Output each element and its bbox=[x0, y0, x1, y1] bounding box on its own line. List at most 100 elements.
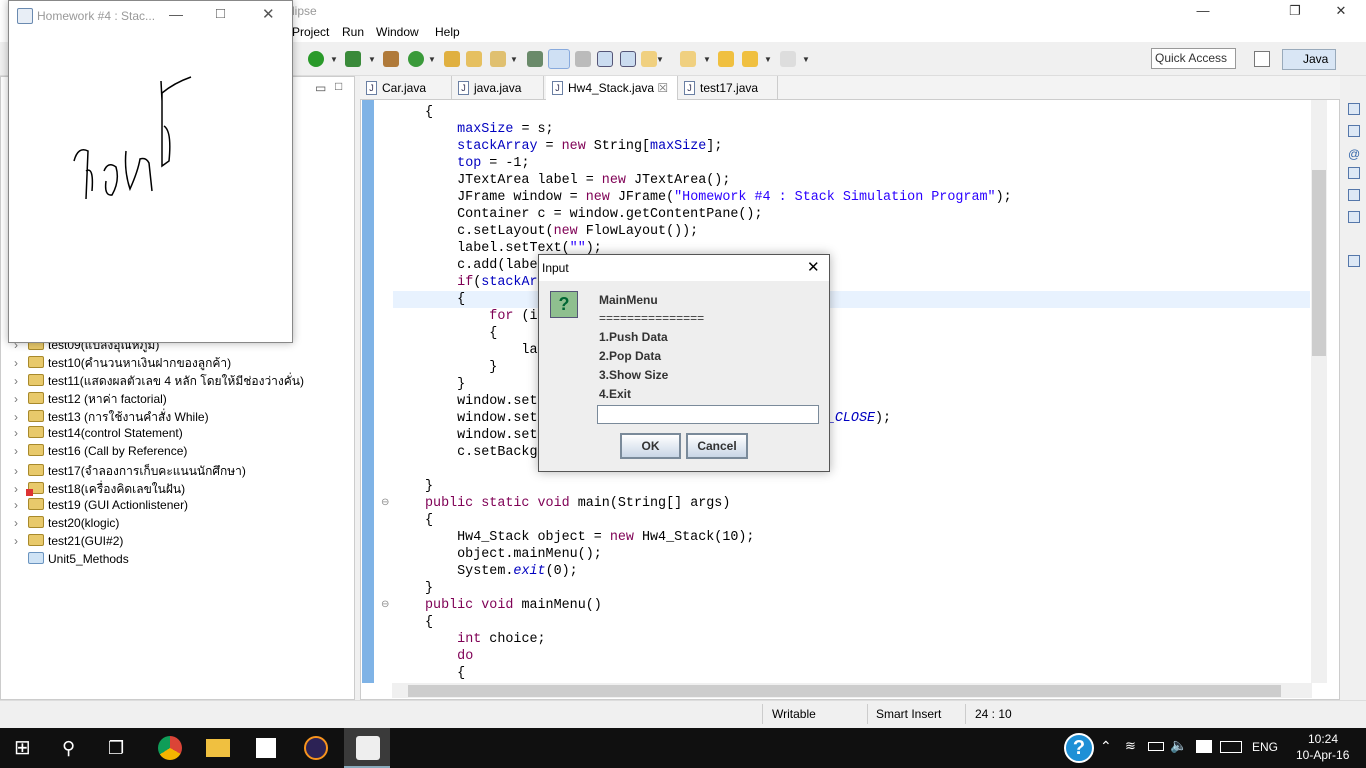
project-tree-item[interactable]: › test14(control Statement) bbox=[14, 426, 183, 440]
expand-chevron-icon[interactable]: › bbox=[14, 464, 28, 478]
menu-run[interactable]: Run bbox=[342, 25, 364, 39]
restore-button[interactable]: ❐ bbox=[1272, 0, 1318, 22]
run-icon[interactable] bbox=[308, 51, 324, 67]
file-explorer-icon[interactable] bbox=[206, 739, 230, 757]
code-line[interactable]: } bbox=[425, 376, 465, 393]
project-tree-item[interactable]: › test21(GUI#2) bbox=[14, 534, 123, 548]
code-line[interactable]: { bbox=[425, 325, 497, 342]
expand-chevron-icon[interactable]: › bbox=[14, 374, 28, 388]
maximize-button[interactable]: □ bbox=[216, 5, 225, 22]
chrome-icon[interactable] bbox=[158, 736, 182, 760]
quick-access-input[interactable]: Quick Access bbox=[1151, 48, 1236, 69]
expand-chevron-icon[interactable]: › bbox=[14, 444, 28, 458]
declaration-icon[interactable] bbox=[1348, 189, 1360, 201]
code-line[interactable]: object.mainMenu(); bbox=[425, 546, 602, 563]
task-view-icon[interactable]: ❐ bbox=[108, 736, 132, 760]
minimize-button[interactable]: — bbox=[1180, 0, 1226, 22]
tab-java-java[interactable]: Jjava.java bbox=[452, 76, 544, 100]
project-tree-item[interactable]: › test10(คำนวนหาเงินฝากของลูกค้า) bbox=[14, 354, 231, 373]
expand-chevron-icon[interactable]: › bbox=[14, 410, 28, 424]
code-line[interactable]: System.exit(0); bbox=[425, 563, 578, 580]
code-line[interactable]: if(stackAr bbox=[425, 274, 537, 291]
close-tab-icon[interactable]: ☒ bbox=[654, 81, 668, 95]
show-hidden-icons-icon[interactable]: ⌃ bbox=[1100, 738, 1112, 755]
project-tree-item[interactable]: › test18(เครื่องคิดเลขในฝัน) bbox=[14, 480, 185, 499]
code-line[interactable]: Container c = window.getContentPane(); bbox=[425, 206, 762, 223]
homework-window[interactable]: Homework #4 : Stac... — □ ✕ bbox=[8, 0, 293, 343]
code-line[interactable]: la bbox=[425, 342, 537, 359]
expand-chevron-icon[interactable]: › bbox=[14, 498, 28, 512]
wifi-icon[interactable]: ≋ bbox=[1125, 738, 1136, 754]
tab-hw4_stack-java[interactable]: J Hw4_Stack.java ☒ bbox=[546, 76, 678, 100]
cancel-button[interactable]: Cancel bbox=[686, 433, 748, 459]
code-line[interactable]: } bbox=[425, 359, 497, 376]
horizontal-scroll-thumb[interactable] bbox=[408, 685, 1281, 697]
code-line[interactable]: int choice; bbox=[425, 631, 545, 648]
code-line[interactable]: JFrame window = new JFrame("Homework #4 … bbox=[425, 189, 1012, 206]
last-edit-icon[interactable] bbox=[718, 51, 734, 67]
menu-project[interactable]: Project bbox=[292, 25, 329, 39]
code-line[interactable]: } bbox=[425, 478, 433, 495]
code-line[interactable]: maxSize = s; bbox=[425, 121, 553, 138]
open-folder-icon[interactable] bbox=[466, 51, 482, 67]
code-line[interactable]: { bbox=[425, 291, 465, 308]
language-indicator[interactable]: ENG bbox=[1252, 740, 1278, 754]
paragraph-icon[interactable] bbox=[620, 51, 636, 67]
perspective-java[interactable]: Java bbox=[1282, 49, 1336, 70]
code-line[interactable]: { bbox=[425, 614, 433, 631]
project-tree-item[interactable]: › test17(จำลองการเก็บคะแนนนักศึกษา) bbox=[14, 462, 246, 481]
hierarchy-icon[interactable] bbox=[1348, 255, 1360, 267]
code-line[interactable]: top = -1; bbox=[425, 155, 529, 172]
maximize-view-icon[interactable]: □ bbox=[335, 79, 342, 93]
project-tree-item[interactable]: › test19 (GUI Actionlistener) bbox=[14, 498, 188, 512]
expand-chevron-icon[interactable]: › bbox=[14, 516, 28, 530]
menu-help[interactable]: Help bbox=[435, 25, 460, 39]
keyboard-icon[interactable] bbox=[1220, 741, 1242, 753]
code-line[interactable]: } bbox=[425, 580, 433, 597]
project-tree-item[interactable]: › test16 (Call by Reference) bbox=[14, 444, 187, 458]
code-line[interactable]: do bbox=[425, 648, 473, 665]
code-line[interactable]: c.setBackg bbox=[425, 444, 537, 461]
eclipse-icon[interactable] bbox=[304, 736, 328, 760]
outline-icon[interactable] bbox=[1348, 103, 1360, 115]
code-line[interactable]: stackArray = new String[maxSize]; bbox=[425, 138, 722, 155]
expand-chevron-icon[interactable]: › bbox=[14, 426, 28, 440]
battery-icon[interactable] bbox=[1148, 742, 1164, 751]
minimize-button[interactable]: — bbox=[169, 6, 183, 22]
volume-icon[interactable]: 🔈 bbox=[1170, 737, 1187, 754]
code-line[interactable]: { bbox=[425, 512, 433, 529]
forward-icon[interactable] bbox=[780, 51, 796, 67]
next-annotation-icon[interactable] bbox=[641, 51, 657, 67]
help-icon[interactable]: ? bbox=[1064, 733, 1094, 763]
show-whitespace-icon[interactable] bbox=[597, 51, 613, 67]
code-line[interactable]: window.set bbox=[425, 427, 537, 444]
code-line[interactable]: public void mainMenu() bbox=[425, 597, 602, 614]
close-button[interactable]: ✕ bbox=[1318, 0, 1364, 22]
code-line[interactable]: { bbox=[425, 665, 465, 682]
project-tree-item[interactable]: › test20(klogic) bbox=[14, 516, 119, 530]
new-class-icon[interactable] bbox=[408, 51, 424, 67]
code-line[interactable]: window.set bbox=[425, 393, 537, 410]
run-config-icon[interactable] bbox=[345, 51, 361, 67]
start-icon[interactable]: ⊞ bbox=[14, 736, 38, 760]
task-list-icon[interactable] bbox=[1348, 125, 1360, 137]
toggle-icon[interactable] bbox=[527, 51, 543, 67]
search-icon[interactable]: ⚲ bbox=[62, 736, 86, 760]
build-icon[interactable] bbox=[383, 51, 399, 67]
dialog-close-button[interactable]: ✕ bbox=[807, 258, 820, 276]
tab-test17-java[interactable]: Jtest17.java bbox=[678, 76, 778, 100]
code-line[interactable]: for (i bbox=[425, 308, 537, 325]
minimize-view-icon[interactable]: ▭ bbox=[315, 81, 326, 95]
back-icon[interactable] bbox=[742, 51, 758, 67]
notifications-icon[interactable] bbox=[1196, 740, 1212, 753]
choice-input[interactable] bbox=[597, 405, 819, 424]
project-tree-item[interactable]: › test11(แสดงผลตัวเลข 4 หลัก โดยให้มีช่อง… bbox=[14, 372, 304, 391]
menu-window[interactable]: Window bbox=[376, 25, 419, 39]
store-icon[interactable] bbox=[256, 738, 276, 758]
clock-time[interactable]: 10:24 bbox=[1308, 732, 1338, 746]
expand-chevron-icon[interactable]: › bbox=[14, 392, 28, 406]
code-line[interactable]: Hw4_Stack object = new Hw4_Stack(10); bbox=[425, 529, 754, 546]
expand-chevron-icon[interactable]: › bbox=[14, 356, 28, 370]
expand-chevron-icon[interactable]: › bbox=[14, 534, 28, 548]
project-tree-item[interactable]: › test13 (การใช้งานคำสั่ง While) bbox=[14, 408, 209, 427]
